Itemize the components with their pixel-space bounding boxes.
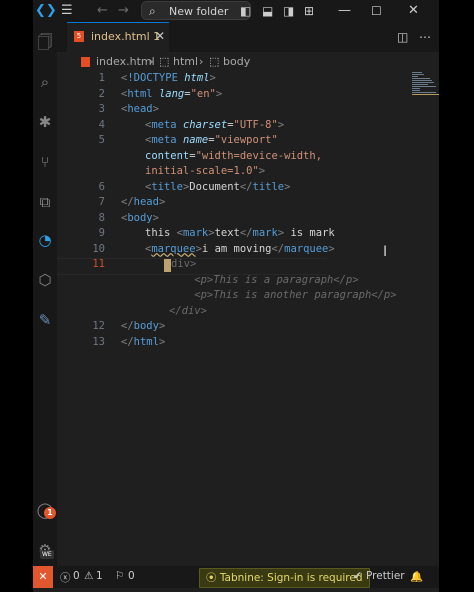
line-number: 5: [98, 134, 105, 146]
edge-devtools-icon[interactable]: ◔: [35, 230, 55, 250]
remote-indicator-icon[interactable]: ✕: [33, 566, 53, 588]
command-center-search[interactable]: ⌕ New folder: [141, 1, 251, 20]
html5-file-icon: 5: [74, 31, 84, 42]
ghost-text-line: <p>This is a paragraph</p>: [169, 273, 359, 286]
code-line: <title>Document</title>: [145, 180, 291, 193]
close-icon[interactable]: ✕: [408, 2, 419, 20]
line-number: 10: [92, 242, 105, 255]
code-line: <body>: [121, 211, 159, 224]
tabnine-status[interactable]: ⦿ Tabnine: Sign-in is required: [199, 568, 370, 588]
back-arrow-icon[interactable]: ←: [97, 2, 108, 20]
ports-icon[interactable]: ⚐: [115, 570, 124, 582]
toggle-panel-icon[interactable]: ⬓: [262, 2, 273, 20]
line-number: 7: [98, 196, 105, 208]
toggle-secondary-sidebar-icon[interactable]: ◨: [283, 2, 294, 20]
tab-label: index.html 1: [91, 30, 161, 43]
line-number: 9: [98, 227, 105, 239]
tabnine-icon: ⦿: [206, 572, 217, 584]
tab-index-html[interactable]: 5 index.html 1 ✕: [67, 22, 169, 52]
status-bar: ✕ ⓧ 0 ⚠ 1 ⚐ 0 ⦿ Tabnine: Sign-in is requ…: [33, 566, 439, 588]
prettier-label[interactable]: Prettier: [366, 570, 405, 582]
line-number: 13: [92, 335, 105, 348]
check-double-icon: ✔: [353, 570, 362, 582]
breadcrumb-body[interactable]: body: [223, 55, 250, 68]
mouse-ibeam-icon: I: [383, 244, 388, 260]
breadcrumb-separator-icon: ›: [149, 55, 154, 68]
breadcrumb-file[interactable]: index.html: [96, 55, 155, 68]
line-number: 1: [98, 72, 105, 84]
ghost-text-line: </div>: [169, 304, 207, 317]
code-line: initial-scale=1.0">: [145, 165, 266, 177]
forward-arrow-icon[interactable]: →: [118, 2, 129, 20]
code-line: this <mark>text</mark> is mark: [145, 227, 335, 239]
breadcrumb-html[interactable]: html: [173, 55, 198, 68]
debug-icon[interactable]: ✱: [35, 112, 55, 132]
inline-suggestion: div>: [171, 258, 197, 270]
title-bar: ❮❯ ☰ ← → ⌕ New folder ◧ ⬓ ◨ ⊞ — ☐ ✕: [33, 0, 439, 22]
tabnine-label: Tabnine: Sign-in is required: [219, 572, 363, 584]
line-number: 3: [98, 103, 105, 115]
python-icon[interactable]: ✎: [35, 310, 55, 330]
more-actions-icon[interactable]: ⋯: [419, 30, 431, 44]
error-icon[interactable]: ⓧ: [60, 570, 71, 585]
split-editor-icon[interactable]: ◫: [397, 30, 408, 44]
code-line: <html lang="en">: [121, 87, 223, 100]
code-line: <marquee>i am moving</marquee>: [145, 242, 335, 255]
maximize-icon[interactable]: ☐: [371, 2, 382, 20]
code-line: <head>: [121, 103, 159, 115]
code-line: </html>: [121, 335, 166, 348]
activity-bar: 🗍 ⌕ ✱ ⑂ ⧉ ◔ ⬡ ✎ ◯ 1 ⚙ WE: [33, 22, 58, 566]
search-icon: ⌕: [149, 4, 156, 18]
minimap[interactable]: [412, 72, 439, 112]
code-line: </head>: [121, 196, 166, 208]
settings-badge: WE: [40, 550, 54, 559]
source-control-icon[interactable]: ⑂: [35, 152, 55, 172]
extensions-icon[interactable]: ⧉: [35, 192, 55, 212]
breadcrumb: index.html › ⬚ html › ⬚ body: [57, 52, 439, 72]
html5-breadcrumb-icon: [81, 57, 90, 67]
element-icon: ⬚: [209, 55, 220, 68]
breadcrumb-separator-icon: ›: [199, 55, 204, 68]
line-number: 4: [98, 118, 105, 131]
accounts-badge: 1: [44, 507, 56, 519]
code-line: <meta name="viewport": [145, 134, 278, 146]
toggle-sidebar-icon[interactable]: ◧: [240, 2, 251, 20]
notifications-bell-icon[interactable]: 🔔: [410, 570, 423, 583]
code-line: </body>: [121, 320, 166, 332]
code-line: <!DOCTYPE html>: [121, 72, 216, 84]
error-count[interactable]: 0: [73, 570, 80, 582]
element-icon: ⬚: [159, 55, 170, 68]
ports-count[interactable]: 0: [128, 570, 135, 582]
customize-layout-icon[interactable]: ⊞: [304, 2, 314, 20]
tab-close-icon[interactable]: ✕: [155, 29, 165, 43]
line-number: 2: [98, 87, 105, 100]
minimize-icon[interactable]: —: [338, 2, 351, 20]
line-number: 6: [98, 180, 105, 193]
line-number: 12: [92, 320, 105, 332]
line-number: 8: [98, 211, 105, 224]
ghost-text-line: <p>This is another paragraph</p>: [169, 289, 397, 301]
text-cursor: [164, 259, 171, 272]
remote-explorer-icon[interactable]: ⬡: [35, 270, 55, 290]
menu-icon[interactable]: ☰: [61, 2, 73, 20]
warning-icon[interactable]: ⚠: [84, 570, 93, 582]
editor-tabs: 5 index.html 1 ✕ ◫ ⋯: [57, 22, 439, 52]
code-line: <meta charset="UTF-8">: [145, 118, 285, 131]
search-view-icon[interactable]: ⌕: [35, 72, 55, 92]
code-line: content="width=device-width,: [145, 149, 323, 162]
code-editor[interactable]: 1 2 3 4 5 6 7 8 9 10 11 12 13 <!DOCTYPE …: [57, 72, 439, 566]
vscode-logo-icon[interactable]: ❮❯: [35, 2, 57, 20]
explorer-icon[interactable]: 🗍: [35, 32, 55, 52]
line-number-current: 11: [92, 258, 105, 270]
warning-count[interactable]: 1: [96, 570, 103, 582]
vscode-window: ❮❯ ☰ ← → ⌕ New folder ◧ ⬓ ◨ ⊞ — ☐ ✕ 🗍 ⌕ …: [33, 0, 439, 592]
search-label: New folder: [169, 5, 229, 18]
